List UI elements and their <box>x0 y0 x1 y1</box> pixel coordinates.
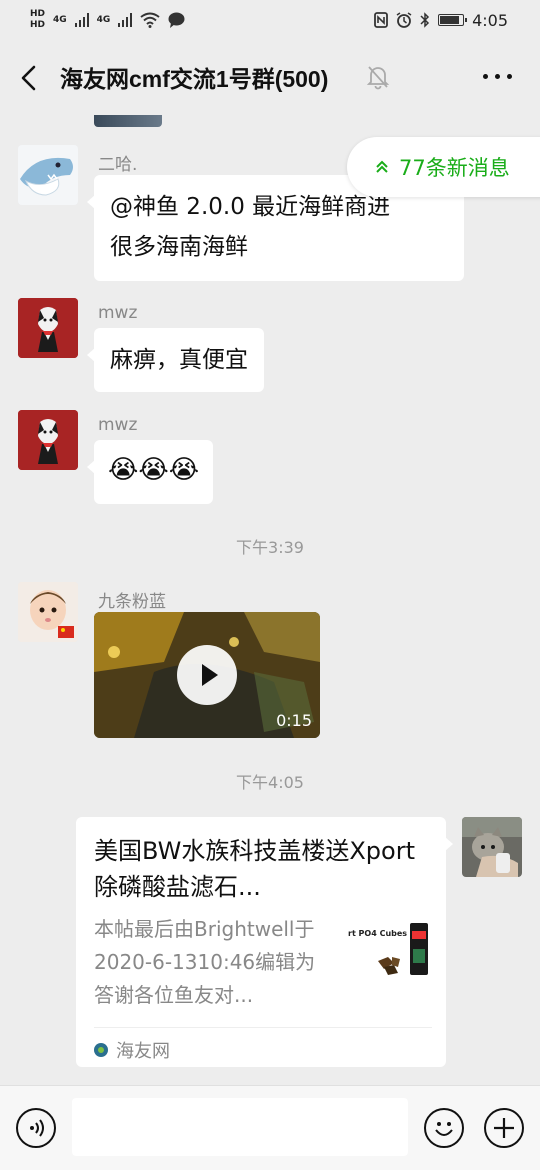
status-bar: HD HD 4G 4G 4:05 <box>0 0 540 40</box>
link-card-description: 本帖最后由Brightwell于2020-6-1310:46编辑为答谢各位鱼友对… <box>94 917 316 1007</box>
avatar[interactable] <box>18 582 78 642</box>
network-type-2: 4G <box>96 14 111 25</box>
message-bubble-icon <box>168 12 185 28</box>
status-right: 4:05 <box>374 11 508 30</box>
avatar[interactable] <box>18 410 78 470</box>
sender-name: 九条粉蓝 <box>98 592 166 612</box>
link-card-thumbnail: rt PO4 Cubes <box>348 921 432 997</box>
new-messages-button[interactable]: 77条新消息 <box>347 137 540 197</box>
chevron-left-icon[interactable] <box>18 64 42 92</box>
status-left: HD HD 4G 4G <box>30 10 185 30</box>
link-card-title: 美国BW水族科技盖楼送Xport除磷酸盐滤石... <box>94 837 415 901</box>
chat-header: 海友网cmf交流1号群(500) <box>0 40 540 115</box>
sender-name: mwz <box>98 415 138 435</box>
nfc-icon <box>374 12 388 28</box>
hd-badge-2: HD <box>30 20 46 30</box>
more-dots-icon[interactable] <box>483 74 512 79</box>
wifi-icon <box>140 12 160 28</box>
double-chevron-up-icon <box>376 160 388 173</box>
partial-image-message[interactable] <box>94 115 162 127</box>
source-name: 海友网 <box>116 1041 170 1062</box>
signal-icon-2 <box>118 13 133 27</box>
alarm-icon <box>396 12 412 28</box>
message-list[interactable]: 二哈. @神鱼 2.0.0 最近海鲜商进 很多海南海鲜 mwz 麻痹，真便宜 m… <box>0 115 540 1085</box>
timestamp: 下午3:39 <box>236 538 304 557</box>
timestamp: 下午4:05 <box>236 773 304 792</box>
message-bubble[interactable]: 😭😭😭 <box>86 440 214 504</box>
signal-icon <box>74 13 89 27</box>
source-logo-icon <box>94 1043 108 1057</box>
message-input[interactable] <box>72 1098 408 1156</box>
message-bubble[interactable]: 麻痹，真便宜 <box>87 328 264 392</box>
input-bar <box>0 1085 540 1170</box>
link-card-source: 海友网 <box>94 1037 170 1063</box>
play-icon[interactable] <box>177 645 237 705</box>
plus-icon[interactable] <box>484 1108 524 1148</box>
video-duration: 0:15 <box>276 711 312 730</box>
new-messages-label: 77条新消息 <box>399 156 510 180</box>
message-text: 很多海南海鲜 <box>110 234 248 260</box>
divider <box>94 1027 432 1028</box>
emoji-icon[interactable] <box>424 1108 464 1148</box>
network-type-1: 4G <box>53 14 67 25</box>
message-text: 麻痹，真便宜 <box>110 347 248 373</box>
avatar[interactable] <box>18 298 78 358</box>
sender-name: mwz <box>98 303 138 323</box>
clock-time: 4:05 <box>472 10 508 30</box>
link-card-message[interactable]: 美国BW水族科技盖楼送Xport除磷酸盐滤石... 本帖最后由Brightwel… <box>76 817 453 1067</box>
voice-icon[interactable] <box>16 1108 56 1148</box>
avatar[interactable] <box>462 817 522 877</box>
video-message[interactable]: 0:15 <box>94 612 320 738</box>
sender-name: 二哈. <box>98 155 138 175</box>
page-title: 海友网cmf交流1号群(500) <box>60 66 329 92</box>
hd-badge-1: HD <box>30 9 46 19</box>
avatar[interactable] <box>18 145 78 205</box>
battery-icon <box>438 14 468 26</box>
bell-off-icon <box>366 66 390 90</box>
message-text: 😭😭😭 <box>108 455 200 485</box>
bluetooth-icon <box>420 12 430 28</box>
